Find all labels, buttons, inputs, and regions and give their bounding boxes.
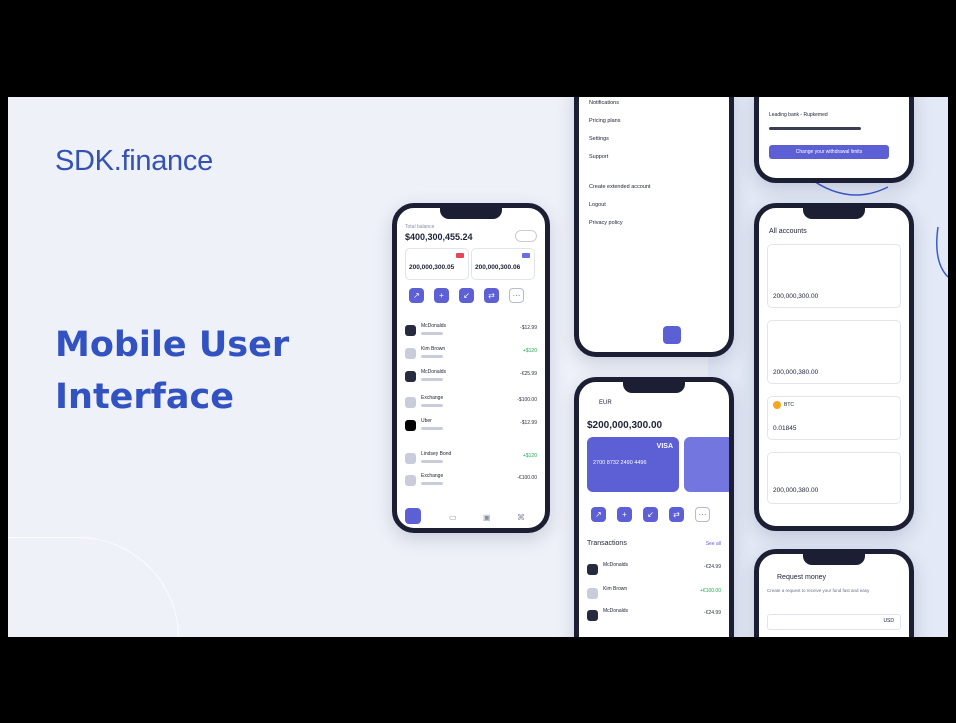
payment-card-next[interactable] (684, 437, 729, 492)
card-add-button[interactable]: + (617, 507, 632, 522)
phone-request-screen: Request money Create a request to receiv… (754, 549, 914, 637)
total-balance: $400,300,455.24 (405, 232, 473, 242)
phone-notch (440, 208, 502, 219)
exchange-button[interactable]: ⇄ (484, 288, 499, 303)
phone-notch (803, 554, 865, 565)
transaction-row[interactable]: McDonalds -€24.99 (587, 562, 721, 582)
headline-line-1: Mobile User (55, 325, 290, 365)
currency-selector[interactable] (515, 230, 537, 242)
menu-item-logout[interactable]: Logout (589, 202, 606, 208)
menu-item-privacy[interactable]: Privacy policy (589, 220, 623, 226)
btc-icon (773, 401, 781, 409)
transaction-row[interactable]: Uber -$12.99 (405, 418, 537, 438)
card-exchange-button[interactable]: ⇄ (669, 507, 684, 522)
card-balance: $200,000,300.00 (587, 420, 663, 431)
phone-accounts-screen: All accounts 200,000,300.00 200,000,380.… (754, 203, 914, 531)
transaction-row[interactable]: Kim Brown +$120 (405, 346, 537, 366)
menu-item-extended-account[interactable]: Create extended account (589, 184, 650, 190)
phone-card-screen: EUR $200,000,300.00 VISA 2700 8732 2490 … (574, 377, 734, 637)
phone-menu-screen: Notifications Pricing plans Settings Sup… (574, 97, 734, 357)
request-subtitle: Create a request to receive your fund fa… (767, 588, 870, 593)
see-all-link[interactable]: See all (706, 541, 721, 547)
menu-item-notifications[interactable]: Notifications (589, 100, 619, 106)
phone-notch (623, 382, 685, 393)
decorative-curve (8, 537, 179, 637)
send-button[interactable]: ↗ (409, 288, 424, 303)
card-more-button[interactable]: ··· (695, 507, 710, 522)
change-limits-button[interactable]: Change your withdrawal limits (769, 145, 889, 159)
headline: Mobile User Interface (55, 319, 289, 423)
transaction-row[interactable]: McDonalds -€24.99 (587, 608, 721, 628)
menu-item-settings[interactable]: Settings (589, 136, 609, 142)
headline-line-2: Interface (55, 377, 234, 417)
more-button[interactable]: ··· (509, 288, 524, 303)
request-amount-input[interactable]: USD (767, 614, 901, 630)
transaction-row[interactable]: Exchange -$100.00 (405, 395, 537, 415)
account-card-btc[interactable]: BTC 0.01845 (767, 396, 901, 440)
letterbox-top (0, 0, 956, 97)
transaction-row[interactable]: Exchange -€100.00 (405, 473, 537, 493)
card-send-button[interactable]: ↗ (591, 507, 606, 522)
transaction-row[interactable]: McDonalds -$12.99 (405, 323, 537, 343)
account-card-gbp[interactable]: 200,000,380.00 (767, 452, 901, 504)
cards-tab-icon[interactable]: ▣ (483, 513, 491, 522)
video-thumbnail-banner: SDK.finance Mobile User Interface Total … (8, 97, 948, 637)
request-button[interactable]: ↙ (459, 288, 474, 303)
transaction-row[interactable]: Lindsey Bond +$120 (405, 451, 537, 471)
menu-item-pricing[interactable]: Pricing plans (589, 118, 621, 124)
account-card-eur[interactable]: 200,000,380.00 (767, 320, 901, 384)
add-button[interactable]: + (434, 288, 449, 303)
transaction-row[interactable]: McDonalds -€25.99 (405, 369, 537, 389)
phone-home-screen: Total balance $400,300,455.24 200,000,30… (392, 203, 550, 533)
request-title: Request money (777, 574, 827, 581)
menu-tab-icon[interactable]: ⌘ (517, 513, 525, 522)
accounts-tab-icon[interactable]: ▭ (449, 513, 457, 522)
card-request-button[interactable]: ↙ (643, 507, 658, 522)
withdraw-label: Leading bank - Rupkemed (769, 112, 828, 118)
accounts-title: All accounts (769, 228, 807, 235)
home-tab-icon[interactable] (405, 508, 421, 524)
phone-notch (803, 208, 865, 219)
transactions-title: Transactions (587, 540, 627, 547)
letterbox-bottom (0, 637, 956, 723)
eur-account-card[interactable]: 200,000,300.06 (471, 248, 535, 280)
phone-withdraw-screen: Leading bank - Rupkemed Change your with… (754, 97, 914, 183)
menu-tab-active[interactable] (663, 326, 681, 344)
usd-account-card[interactable]: 200,000,300.05 (405, 248, 469, 280)
transaction-row[interactable]: Kim Brown +€100.00 (587, 586, 721, 606)
payment-card[interactable]: VISA 2700 8732 2490 4496 (587, 437, 679, 492)
currency-label: EUR (599, 400, 612, 406)
brand-logo-text: SDK.finance (55, 145, 213, 177)
menu-item-support[interactable]: Support (589, 154, 608, 160)
account-card-usd[interactable]: 200,000,300.00 (767, 244, 901, 308)
